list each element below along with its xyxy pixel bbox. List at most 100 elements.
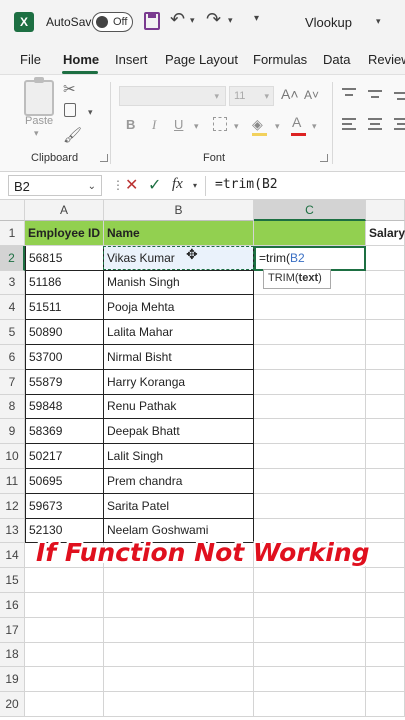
- cell-a5[interactable]: 50890: [25, 320, 104, 345]
- tab-review[interactable]: Review: [368, 52, 405, 67]
- tab-data[interactable]: Data: [323, 52, 350, 67]
- cell-d17[interactable]: [366, 617, 405, 643]
- cell-c7[interactable]: [254, 369, 366, 395]
- cell-c17[interactable]: [254, 617, 366, 643]
- cell-d19[interactable]: [366, 667, 405, 693]
- cell-d12[interactable]: [366, 493, 405, 519]
- cell-b2[interactable]: Vikas Kumar: [104, 245, 254, 271]
- autosave-toggle[interactable]: Off: [92, 12, 133, 32]
- cell-d7[interactable]: [366, 369, 405, 395]
- cell-a9[interactable]: 58369: [25, 419, 104, 445]
- copy-icon[interactable]: [64, 103, 76, 117]
- borders-dropdown-icon[interactable]: ▾: [234, 121, 239, 132]
- borders-icon[interactable]: [213, 117, 227, 131]
- insert-function-icon[interactable]: fx: [172, 176, 183, 193]
- tab-page-layout[interactable]: Page Layout: [165, 52, 238, 67]
- cell-d6[interactable]: [366, 345, 405, 370]
- row-header-10[interactable]: 10: [0, 444, 25, 469]
- row-header-5[interactable]: 5: [0, 320, 25, 345]
- cell-d16[interactable]: [366, 593, 405, 618]
- save-icon[interactable]: [144, 12, 160, 30]
- cell-d8[interactable]: [366, 394, 405, 420]
- cell-c10[interactable]: [254, 444, 366, 469]
- cell-a1[interactable]: Employee ID: [25, 221, 104, 246]
- cell-c9[interactable]: [254, 419, 366, 445]
- enter-icon[interactable]: ✓: [148, 175, 161, 195]
- cell-b9[interactable]: Deepak Bhatt: [104, 419, 254, 445]
- cell-b15[interactable]: [104, 568, 254, 593]
- paste-icon[interactable]: [24, 77, 54, 116]
- row-header-3[interactable]: 3: [0, 270, 25, 296]
- column-header-b[interactable]: B: [104, 200, 254, 221]
- underline-dropdown-icon[interactable]: ▾: [194, 121, 199, 132]
- row-header-19[interactable]: 19: [0, 667, 25, 693]
- chevron-down-icon[interactable]: ▾: [193, 181, 197, 190]
- cell-d13[interactable]: [366, 518, 405, 544]
- cell-c18[interactable]: [254, 642, 366, 668]
- cell-b1[interactable]: Name: [104, 221, 254, 246]
- cell-c11[interactable]: [254, 469, 366, 494]
- cell-d10[interactable]: [366, 444, 405, 469]
- cell-b17[interactable]: [104, 617, 254, 643]
- cancel-icon[interactable]: ✕: [125, 175, 138, 195]
- row-header-4[interactable]: 4: [0, 295, 25, 321]
- row-header-12[interactable]: 12: [0, 493, 25, 519]
- cell-a7[interactable]: 55879: [25, 369, 104, 395]
- cell-a4[interactable]: 51511: [25, 295, 104, 321]
- cell-c1[interactable]: [254, 221, 366, 246]
- cell-b4[interactable]: Pooja Mehta: [104, 295, 254, 321]
- cell-c16[interactable]: [254, 593, 366, 618]
- cell-b20[interactable]: [104, 692, 254, 717]
- cell-b19[interactable]: [104, 667, 254, 693]
- cell-c5[interactable]: [254, 320, 366, 345]
- format-painter-icon[interactable]: 🖌: [63, 126, 82, 144]
- italic-button[interactable]: I: [152, 117, 156, 133]
- cell-b6[interactable]: Nirmal Bisht: [104, 345, 254, 370]
- cell-c15[interactable]: [254, 568, 366, 593]
- redo-icon[interactable]: ↷: [206, 9, 221, 30]
- cell-d20[interactable]: [366, 692, 405, 717]
- tab-home[interactable]: Home: [63, 52, 99, 67]
- active-cell-c2[interactable]: =trim(B2: [254, 245, 366, 271]
- cell-d3[interactable]: [366, 270, 405, 296]
- row-header-9[interactable]: 9: [0, 419, 25, 445]
- customize-toolbar-icon[interactable]: ▾: [254, 13, 259, 24]
- cell-d5[interactable]: [366, 320, 405, 345]
- redo-dropdown-icon[interactable]: ▾: [228, 15, 233, 26]
- cell-a12[interactable]: 59673: [25, 493, 104, 519]
- cell-a16[interactable]: [25, 593, 104, 618]
- cell-a3[interactable]: 51186: [25, 270, 104, 296]
- tab-insert[interactable]: Insert: [115, 52, 148, 67]
- cell-b16[interactable]: [104, 593, 254, 618]
- chevron-down-icon[interactable]: ▾: [376, 16, 381, 27]
- cell-c19[interactable]: [254, 667, 366, 693]
- column-header-a[interactable]: A: [25, 200, 104, 221]
- decrease-font-icon[interactable]: A˅: [304, 88, 319, 102]
- row-header-7[interactable]: 7: [0, 369, 25, 395]
- font-launcher-icon[interactable]: [320, 154, 328, 162]
- cell-a10[interactable]: 50217: [25, 444, 104, 469]
- copy-dropdown-icon[interactable]: ▾: [88, 107, 93, 118]
- font-size-select[interactable]: 11 ▾: [229, 86, 274, 106]
- tab-formulas[interactable]: Formulas: [253, 52, 307, 67]
- cell-b5[interactable]: Lalita Mahar: [104, 320, 254, 345]
- row-header-8[interactable]: 8: [0, 394, 25, 420]
- cell-a20[interactable]: [25, 692, 104, 717]
- row-header-2[interactable]: 2: [0, 245, 25, 271]
- select-all-corner[interactable]: [0, 200, 25, 221]
- cell-c8[interactable]: [254, 394, 366, 420]
- name-box[interactable]: B2 ⌄: [8, 175, 102, 196]
- more-options-icon[interactable]: ⋮: [112, 178, 124, 192]
- cell-d9[interactable]: [366, 419, 405, 445]
- cell-b3[interactable]: Manish Singh: [104, 270, 254, 296]
- row-header-14[interactable]: 14: [0, 543, 25, 569]
- cell-b18[interactable]: [104, 642, 254, 668]
- fill-dropdown-icon[interactable]: ▾: [275, 121, 280, 132]
- clipboard-launcher-icon[interactable]: [100, 154, 108, 162]
- cell-d15[interactable]: [366, 568, 405, 593]
- cell-a6[interactable]: 53700: [25, 345, 104, 370]
- cell-a15[interactable]: [25, 568, 104, 593]
- row-header-6[interactable]: 6: [0, 345, 25, 370]
- function-tooltip[interactable]: TRIM(text): [263, 269, 331, 289]
- increase-font-icon[interactable]: A˄: [281, 86, 299, 102]
